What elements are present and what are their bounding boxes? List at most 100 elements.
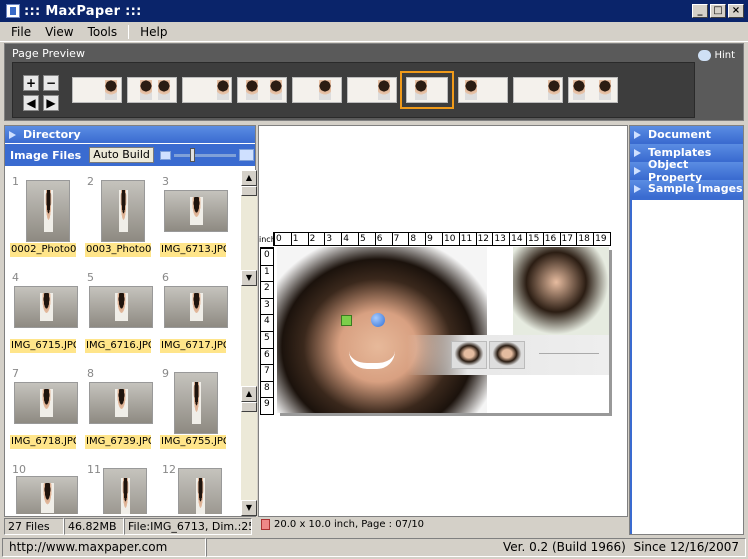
menu-tools[interactable]: Tools (88, 25, 118, 39)
scroll-down-button[interactable]: ▼ (241, 270, 257, 286)
page-thumb[interactable] (72, 77, 122, 103)
page-icon (261, 519, 270, 530)
remove-page-button[interactable]: − (43, 75, 59, 91)
side-photo[interactable] (513, 247, 609, 335)
ruler-tick-label: 0 (261, 248, 273, 265)
menu-bar: File View Tools Help (0, 22, 748, 42)
small-photo[interactable] (489, 341, 525, 369)
menu-view[interactable]: View (45, 25, 73, 39)
minimize-button[interactable]: _ (692, 4, 708, 18)
horizontal-ruler: 0 1 2 3 4 5 6 7 8 9 10 11 12 13 14 15 16 17 18 19 (273, 232, 611, 246)
thumbnail-number: 5 (87, 271, 94, 284)
scroll-down-button[interactable]: ▼ (241, 500, 257, 516)
large-size-icon (238, 149, 254, 161)
main-photo[interactable] (277, 247, 487, 413)
small-size-icon (159, 150, 171, 160)
move-handle[interactable] (341, 315, 352, 326)
thumbnail-filename: IMG_6717.JPG (160, 339, 226, 353)
ruler-tick-label: 1 (290, 233, 308, 245)
page-thumb[interactable] (458, 77, 508, 103)
prev-page-button[interactable]: ◀ (23, 95, 39, 111)
thumbnail-image (164, 286, 228, 328)
sample-images-section[interactable]: Sample Images (630, 180, 743, 197)
object-property-section[interactable]: Object Property (630, 158, 743, 184)
ruler-tick-label: 8 (261, 380, 273, 398)
ruler-tick-label: 5 (261, 330, 273, 348)
thumbnail-item[interactable]: 1 0002_Photo04x (10, 170, 80, 260)
directory-header[interactable]: Directory (5, 126, 255, 143)
thumbnail-number: 3 (162, 175, 169, 188)
add-page-button[interactable]: + (23, 75, 39, 91)
scroll-up-button[interactable]: ▲ (241, 170, 257, 186)
page-thumb[interactable] (237, 77, 287, 103)
document-section[interactable]: Document (630, 126, 743, 143)
ruler-tick-label: 12 (475, 233, 493, 245)
section-label: Sample Images (648, 182, 743, 195)
page-preview-strip: + − ◀ ▶ (12, 62, 695, 118)
app-icon (6, 4, 20, 18)
thumbnail-number: 6 (162, 271, 169, 284)
page-thumb[interactable] (127, 77, 177, 103)
page-thumb[interactable] (347, 77, 397, 103)
expand-triangle-icon (634, 184, 641, 193)
thumbnail-item[interactable]: 12 (160, 458, 230, 514)
album-page[interactable] (277, 247, 609, 413)
scroll-thumb[interactable] (241, 402, 257, 412)
thumbnail-item[interactable]: 7 IMG_6718.JPG (10, 362, 80, 452)
zoom-track[interactable] (173, 147, 236, 162)
ruler-tick-label: 1 (261, 264, 273, 282)
auto-build-button[interactable]: Auto Build (89, 147, 154, 163)
menu-separator (128, 24, 130, 39)
thumbnail-item[interactable]: 2 0003_Photo04x (85, 170, 155, 260)
expand-triangle-icon (9, 130, 16, 139)
thumbnail-filename: IMG_6716.JPG (85, 339, 151, 353)
page-thumb-selected[interactable] (400, 71, 454, 109)
thumbnail-item[interactable]: 6 IMG_6717.JPG (160, 266, 230, 356)
ruler-tick-label: 6 (374, 233, 392, 245)
image-files-panel: Directory Image Files Auto Build 1 0002_… (4, 125, 257, 517)
thumbnail-image (89, 382, 153, 424)
vertical-ruler: 0123456789 (260, 247, 274, 415)
thumbnail-item[interactable]: 10 (10, 458, 80, 514)
expand-triangle-icon (634, 148, 641, 157)
zoom-knob[interactable] (189, 147, 195, 162)
ruler-tick-label: 2 (307, 233, 325, 245)
menu-file[interactable]: File (11, 25, 31, 39)
thumbnail-item[interactable]: 11 (85, 458, 155, 514)
thumbnail-zoom-slider[interactable] (159, 147, 254, 162)
small-photo[interactable] (451, 341, 487, 369)
ruler-tick-label: 7 (261, 364, 273, 381)
thumbnail-image (101, 180, 145, 242)
total-size: 46.82MB (64, 518, 124, 535)
next-page-button[interactable]: ▶ (43, 95, 59, 111)
properties-panel: Document Templates Object Property Sampl… (629, 125, 744, 535)
directory-label: Directory (23, 128, 81, 141)
thumbnail-item[interactable]: 3 IMG_6713.JPG (160, 170, 230, 260)
page-thumb[interactable] (182, 77, 232, 103)
maximize-button[interactable]: □ (710, 4, 726, 18)
page-thumb[interactable] (568, 77, 618, 103)
ruler-tick-label: 6 (261, 347, 273, 365)
thumbnail-number: 10 (12, 463, 26, 476)
page-thumb[interactable] (292, 77, 342, 103)
thumbnail-item[interactable]: 5 IMG_6716.JPG (85, 266, 155, 356)
hint-button[interactable]: Hint (698, 50, 735, 61)
close-button[interactable]: × (728, 4, 744, 18)
thumbnail-image (103, 468, 147, 514)
thumbnail-scrollbar[interactable]: ▲ ▼ ▲ ▼ (241, 170, 257, 516)
since-date: Since 12/16/2007 (633, 540, 739, 554)
menu-help[interactable]: Help (140, 25, 167, 39)
page-info: 20.0 x 10.0 inch, Page : 07/10 (261, 519, 424, 530)
thumbnail-number: 4 (12, 271, 19, 284)
rotate-handle[interactable] (371, 313, 385, 327)
thumbnail-item[interactable]: 9 IMG_6755.JPG (160, 362, 230, 452)
thumbnail-item[interactable]: 8 IMG_6739.JPG (85, 362, 155, 452)
caption-text[interactable] (539, 353, 599, 354)
thumbnail-image (164, 190, 228, 232)
thumbnail-item[interactable]: 4 IMG_6715.JPG (10, 266, 80, 356)
scroll-up-button[interactable]: ▲ (241, 386, 257, 402)
ruler-tick-label: 10 (441, 233, 459, 245)
design-canvas[interactable]: inch 0 1 2 3 4 5 6 7 8 9 10 11 12 13 14 15 16 17 18 19 0123… (258, 125, 628, 530)
scroll-thumb[interactable] (241, 186, 257, 196)
page-thumb[interactable] (513, 77, 563, 103)
